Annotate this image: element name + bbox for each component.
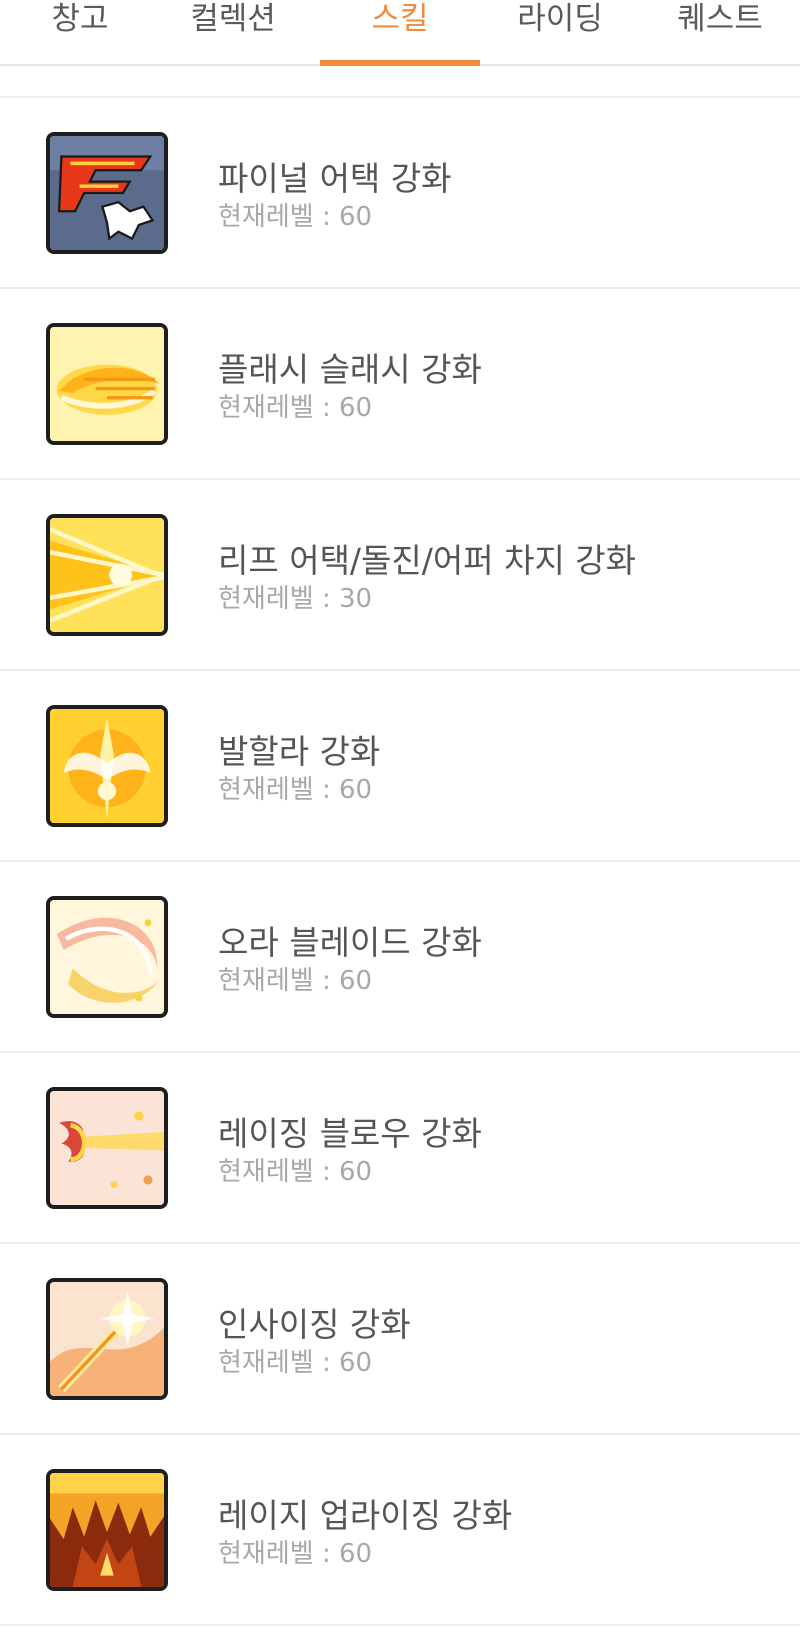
skill-name: 인사이징 강화 [218, 1305, 411, 1344]
skill-name: 레이징 블로우 강화 [218, 1114, 482, 1153]
level-value: 30 [338, 584, 373, 614]
skill-name: 리프 어택/돌진/어퍼 차지 강화 [218, 541, 637, 580]
skill-row[interactable]: 파이널 어택 강화 현재레벨 : 60 [0, 98, 800, 289]
tab-label: 창고 [51, 1, 109, 37]
level-prefix: 현재레벨 : [218, 775, 339, 805]
level-prefix: 현재레벨 : [218, 1348, 339, 1378]
level-value: 60 [338, 1539, 373, 1569]
skill-level: 현재레벨 : 60 [218, 960, 372, 997]
skill-name: 발할라 강화 [218, 732, 381, 771]
tab-label: 라이딩 [517, 1, 603, 37]
skill-list: 파이널 어택 강화 현재레벨 : 60 플래시 슬래시 강화 현재레벨 : 60 [0, 98, 800, 1626]
skill-name: 레이지 업라이징 강화 [218, 1496, 513, 1535]
tab-label: 퀘스트 [677, 1, 763, 37]
skill-row[interactable]: 발할라 강화 현재레벨 : 60 [0, 671, 800, 862]
level-prefix: 현재레벨 : [218, 1539, 339, 1569]
tab-storage[interactable]: 창고 [0, 0, 160, 64]
skill-level: 현재레벨 : 60 [218, 769, 372, 806]
skill-level: 현재레벨 : 60 [218, 1342, 372, 1379]
valhalla-icon [46, 705, 168, 827]
skill-row[interactable]: 리프 어택/돌진/어퍼 차지 강화 현재레벨 : 30 [0, 480, 800, 671]
skill-row[interactable]: 플래시 슬래시 강화 현재레벨 : 60 [0, 289, 800, 480]
level-prefix: 현재레벨 : [218, 1157, 339, 1187]
rage-uprising-icon [46, 1469, 168, 1591]
tab-bar: 창고 컬렉션 스킬 라이딩 퀘스트 [0, 0, 800, 66]
skill-row[interactable]: 레이지 업라이징 강화 현재레벨 : 60 [0, 1435, 800, 1626]
skill-row[interactable]: 오라 블레이드 강화 현재레벨 : 60 [0, 862, 800, 1053]
flash-slash-icon [46, 323, 168, 445]
level-prefix: 현재레벨 : [218, 202, 339, 232]
level-value: 60 [338, 393, 373, 423]
tab-collection[interactable]: 컬렉션 [153, 0, 313, 64]
skill-level: 현재레벨 : 30 [218, 578, 372, 615]
incising-icon [46, 1278, 168, 1400]
tab-active-indicator [320, 60, 480, 66]
tab-skill[interactable]: 스킬 [320, 0, 480, 66]
level-value: 60 [338, 966, 373, 996]
skill-name: 오라 블레이드 강화 [218, 923, 482, 962]
final-attack-icon [46, 132, 168, 254]
skill-row[interactable]: 레이징 블로우 강화 현재레벨 : 60 [0, 1053, 800, 1244]
level-prefix: 현재레벨 : [218, 966, 339, 996]
leap-attack-icon [46, 514, 168, 636]
raging-blow-icon [46, 1087, 168, 1209]
skill-level: 현재레벨 : 60 [218, 1533, 372, 1570]
level-prefix: 현재레벨 : [218, 393, 339, 423]
level-prefix: 현재레벨 : [218, 584, 339, 614]
skill-row[interactable]: 인사이징 강화 현재레벨 : 60 [0, 1244, 800, 1435]
tab-label: 스킬 [371, 1, 429, 37]
skill-name: 파이널 어택 강화 [218, 159, 452, 198]
level-value: 60 [338, 202, 373, 232]
tab-quest[interactable]: 퀘스트 [640, 0, 800, 64]
aura-blade-icon [46, 896, 168, 1018]
skill-name: 플래시 슬래시 강화 [218, 350, 482, 389]
level-value: 60 [338, 1157, 373, 1187]
skill-level: 현재레벨 : 60 [218, 1151, 372, 1188]
skill-level: 현재레벨 : 60 [218, 196, 372, 233]
level-value: 60 [338, 1348, 373, 1378]
level-value: 60 [338, 775, 373, 805]
tab-riding[interactable]: 라이딩 [480, 0, 640, 64]
skill-level: 현재레벨 : 60 [218, 387, 372, 424]
tab-label: 컬렉션 [190, 1, 276, 37]
